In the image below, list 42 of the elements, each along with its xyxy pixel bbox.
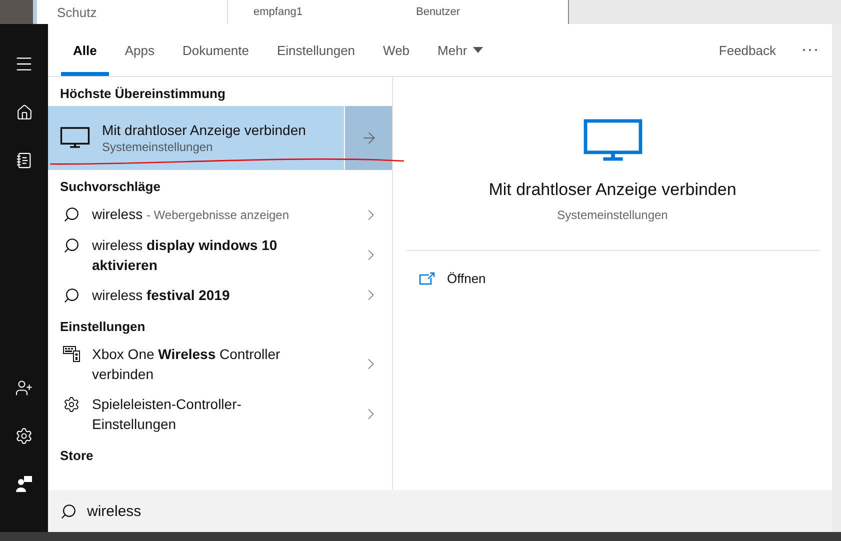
result-title: Mit drahtloser Anzeige verbinden xyxy=(102,122,306,138)
notebook-icon xyxy=(16,152,32,168)
background-text: Schutz xyxy=(57,4,97,20)
suggestion-item[interactable]: wireless display windows 10 aktivieren xyxy=(48,230,392,280)
person-with-flag-icon xyxy=(15,475,33,493)
caret-icon xyxy=(473,47,484,53)
open-arrow-button[interactable] xyxy=(344,106,392,170)
search-icon xyxy=(60,502,77,520)
home-icon xyxy=(16,104,32,120)
keyboard-device-icon xyxy=(62,346,80,362)
tab[interactable]: Dokumente xyxy=(170,24,261,76)
table-cell-text: empfang1 xyxy=(252,6,304,18)
preview-title: Mit drahtloser Anzeige verbinden xyxy=(488,180,736,200)
result-subtitle: Systemeinstellungen xyxy=(102,140,214,154)
section-heading: Einstellungen xyxy=(59,318,146,336)
preview-subtitle: Systemeinstellungen xyxy=(557,208,668,222)
dots-icon xyxy=(802,48,818,52)
tab[interactable]: Web xyxy=(371,24,422,76)
monitor-icon xyxy=(60,127,90,149)
suggestion-item[interactable]: Spieleleisten-Controller-Einstellungen xyxy=(48,389,392,439)
add-user-icon xyxy=(15,379,33,397)
tab[interactable]: Alle xyxy=(61,24,109,76)
tab[interactable]: Apps xyxy=(112,24,166,76)
table-cell-text: Benutzer xyxy=(414,6,462,18)
search-icon xyxy=(62,237,80,254)
section-heading: Store xyxy=(59,447,94,465)
suggestion-item[interactable]: Xbox One Wireless Controller verbinden xyxy=(48,339,392,389)
open-external-icon xyxy=(419,272,435,286)
open-action[interactable]: Öffnen xyxy=(415,267,490,290)
search-icon xyxy=(62,287,80,304)
suggestion-item[interactable]: wireless - Webergebnisse anzeigen xyxy=(48,199,392,230)
tab[interactable]: Mehr xyxy=(426,24,496,76)
settings-icon xyxy=(15,427,33,445)
best-match-item[interactable]: Mit drahtloser Anzeige verbinden Systemeinstellungen xyxy=(48,106,392,170)
settings-icon xyxy=(62,396,80,413)
feedback-link[interactable]: Feedback xyxy=(706,24,788,76)
search-icon xyxy=(62,206,80,223)
suggestion-item[interactable]: wireless festival 2019 xyxy=(48,280,392,310)
section-heading: Höchste Übereinstimmung xyxy=(59,85,226,103)
tab[interactable]: Einstellungen xyxy=(264,24,368,76)
section-heading: Suchvorschläge xyxy=(59,178,162,196)
monitor-icon xyxy=(582,119,642,162)
